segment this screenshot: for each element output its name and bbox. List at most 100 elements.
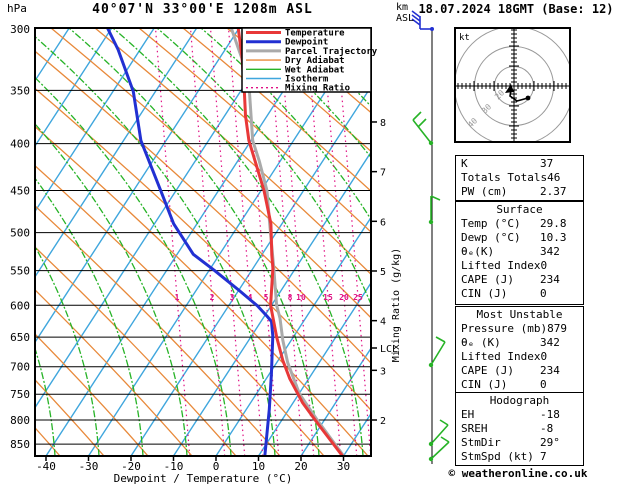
panel-row: Dewp (°C) 10.3 xyxy=(456,231,583,245)
panel-row: CAPE (J) 234 xyxy=(456,364,583,378)
panel-row-label: SREH xyxy=(461,422,488,435)
panel-row-value: 0 xyxy=(540,350,548,363)
wet-adiabat-line xyxy=(35,35,276,456)
panel-row-label: K xyxy=(461,157,468,170)
wind-barb-stem xyxy=(430,341,446,366)
dry-adiabat-line xyxy=(35,204,281,456)
temp-tick-label: 30 xyxy=(337,460,350,473)
panel-row: StmSpd (kt) 7 xyxy=(456,450,583,464)
pressure-tick-label: 600 xyxy=(10,299,30,312)
panel-row-value: 234 xyxy=(540,273,560,286)
pressure-tick-label: 300 xyxy=(10,23,30,36)
km-tick-label: 2 xyxy=(380,416,386,427)
panel-row-label: CIN (J) xyxy=(461,287,508,300)
pressure-tick-label: 400 xyxy=(10,138,30,151)
station-title: 40°07'N 33°00'E 1208m ASL xyxy=(92,2,313,17)
pressure-tick-label: 650 xyxy=(10,331,30,344)
panel-row-value: 879 xyxy=(547,322,567,335)
panel-row-label: Totals Totals xyxy=(461,171,548,184)
km-tick-label: 7 xyxy=(380,168,386,179)
mixing-ratio-label: 1 xyxy=(175,293,180,302)
km-tick-label: 4 xyxy=(380,317,386,328)
panel-row: StmDir 29° xyxy=(456,436,583,450)
pressure-tick-label: 850 xyxy=(10,438,30,451)
panel-row-label: StmSpd (kt) xyxy=(461,450,534,463)
panel-row-label: Temp (°C) xyxy=(461,217,521,230)
panel-row: Lifted Index 0 xyxy=(456,350,583,364)
panel-table-indices: K 37 Totals Totals 46 PW (cm) 2.37 xyxy=(455,155,584,201)
mixing-ratio-label: 25 xyxy=(353,293,363,302)
panel-row: K 37 xyxy=(456,157,583,171)
panel-row: Temp (°C) 29.8 xyxy=(456,217,583,231)
hodograph-unit-label: kt xyxy=(459,33,470,43)
wet-adiabat-line xyxy=(597,28,629,456)
legend-label: Mixing Ratio xyxy=(285,83,350,94)
pressure-tick-label: 550 xyxy=(10,265,30,278)
copyright: © weatheronline.co.uk xyxy=(448,467,588,480)
panel-row: Pressure (mb) 879 xyxy=(456,322,583,336)
panel-row-label: CAPE (J) xyxy=(461,364,514,377)
mixing-ratio-line xyxy=(189,28,226,456)
wind-barb-stem xyxy=(430,441,450,460)
panel-row: CIN (J) 0 xyxy=(456,287,583,301)
pressure-tick-label: 800 xyxy=(10,414,30,427)
pressure-tick-label: 450 xyxy=(10,185,30,198)
temp-tick-label: 20 xyxy=(294,460,307,473)
panel-row-value: 29° xyxy=(540,436,560,449)
asl-unit: ASL xyxy=(396,13,415,24)
wind-barb-tick xyxy=(435,336,446,343)
mixing-ratio-label: 2 xyxy=(210,293,215,302)
panel-row-value: 10.3 xyxy=(540,231,567,244)
wind-barb xyxy=(428,195,441,225)
mixing-ratio-label: 10 xyxy=(296,293,306,302)
wind-barb xyxy=(428,336,446,368)
panel-row-value: 0 xyxy=(540,287,547,300)
panel-table-most-unstable: Most Unstable Pressure (mb) 879 θₑ (K) 342 Li… xyxy=(455,306,584,394)
panel-row: EH -18 xyxy=(456,408,583,422)
wind-barb-tick xyxy=(440,436,450,443)
mixing-ratio-label: 3 xyxy=(230,293,235,302)
pressure-tick-label: 350 xyxy=(10,84,30,97)
wind-barb-tick xyxy=(439,419,449,426)
panel-table-hodograph: Hodograph EH -18 SREH -8 StmDir 29° StmSpd (kt)… xyxy=(455,392,584,466)
panel-row-value: 0 xyxy=(540,259,548,272)
km-tick-label: 3 xyxy=(380,366,386,377)
panel-row-label: Lifted Index xyxy=(461,259,541,272)
panel-row-value: 0 xyxy=(540,378,547,391)
panel-row: θₑ (K) 342 xyxy=(456,336,583,350)
km-tick-label: 6 xyxy=(380,217,386,228)
panel-row-label: CIN (J) xyxy=(461,378,508,391)
panel-row-label: StmDir xyxy=(461,436,501,449)
mixing-ratio-label: 5 xyxy=(264,293,269,302)
panel-row: Totals Totals 46 xyxy=(456,171,583,185)
panel-row-label: Pressure (mb) xyxy=(461,322,548,335)
dry-adiabat-line xyxy=(35,426,61,456)
panel-row: Lifted Index 0 xyxy=(456,259,583,273)
pressure-axis-unit: hPa xyxy=(7,2,27,15)
km-unit: km xyxy=(396,2,409,13)
mixing-ratio-label: 20 xyxy=(339,293,349,302)
panel-row-value: 29.8 xyxy=(540,217,567,230)
panel-row: θₑ(K) 342 xyxy=(456,245,583,259)
mixing-ratio-label: 15 xyxy=(323,293,333,302)
altitude-axis-unit: km ASL xyxy=(396,2,414,24)
pressure-tick-label: 700 xyxy=(10,361,30,374)
panel-row-value: 37 xyxy=(540,157,554,170)
panel-row: CIN (J) 0 xyxy=(456,378,583,392)
panel-row-value: -8 xyxy=(540,422,554,435)
panel-row-value: 342 xyxy=(540,336,560,349)
panel-row: PW (cm) 2.37 xyxy=(456,185,583,199)
panel-table-header: Most Unstable xyxy=(476,308,563,321)
hodograph-trace-dot xyxy=(525,95,531,101)
wind-barb-tick xyxy=(412,111,422,121)
mixing-axis-title: Mixing Ratio (g/kg) xyxy=(391,248,402,362)
panel-row-value: -18 xyxy=(540,408,560,421)
panel-row-value: 2.37 xyxy=(540,185,567,198)
panel-row-label: Lifted Index xyxy=(461,350,541,363)
panel-row-label: CAPE (J) xyxy=(461,273,514,286)
datetime-title: 18.07.2024 18GMT (Base: 12) xyxy=(418,2,614,16)
panel-row-value: 234 xyxy=(540,364,560,377)
panel-row: SREH -8 xyxy=(456,422,583,436)
panel-row-label: EH xyxy=(461,408,475,421)
panel-row-label: PW (cm) xyxy=(461,185,508,198)
